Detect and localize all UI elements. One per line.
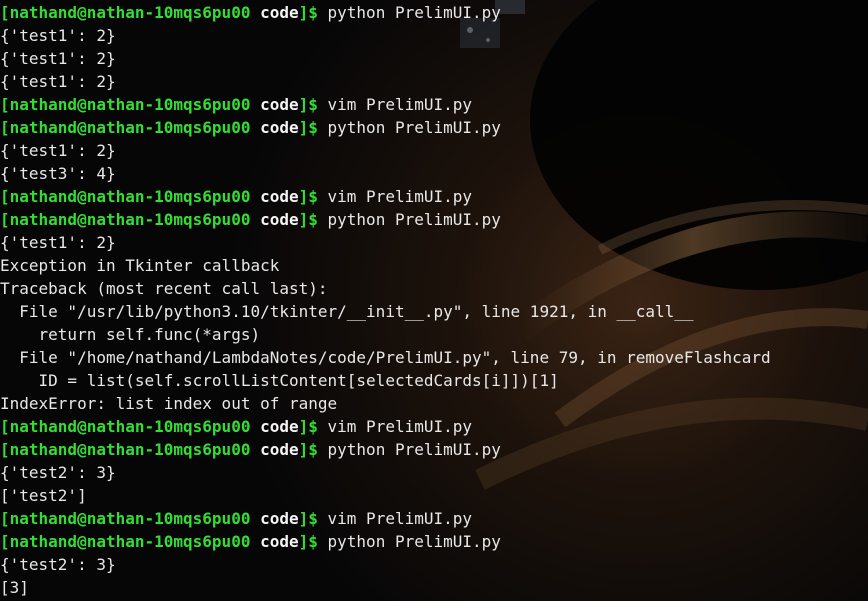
prompt-line: [nathand@nathan-10mqs6pu00 code]$ python… — [0, 530, 868, 553]
output-line: IndexError: list index out of range — [0, 394, 338, 413]
command-text: vim PrelimUI.py — [317, 187, 473, 206]
prompt-user-host: [nathand@nathan-10mqs6pu00 — [0, 210, 251, 229]
command-text: vim PrelimUI.py — [317, 509, 473, 528]
output-line: return self.func(*args) — [0, 325, 261, 344]
prompt-close: ]$ — [298, 187, 318, 206]
prompt-cwd: code — [260, 210, 299, 229]
output-line: Traceback (most recent call last): — [0, 279, 328, 298]
output-line: {'test1': 2} — [0, 49, 116, 68]
prompt-cwd: code — [260, 509, 299, 528]
prompt-close: ]$ — [298, 417, 318, 436]
prompt-line: [nathand@nathan-10mqs6pu00 code]$ python… — [0, 1, 868, 24]
output-line: {'test1': 2} — [0, 233, 116, 252]
command-text: python PrelimUI.py — [317, 3, 501, 22]
output-line: [3] — [0, 578, 29, 597]
prompt-line: [nathand@nathan-10mqs6pu00 code]$ python… — [0, 116, 868, 139]
output-line: File "/home/nathand/LambdaNotes/code/Pre… — [0, 348, 771, 367]
prompt-line: [nathand@nathan-10mqs6pu00 code]$ vim Pr… — [0, 185, 868, 208]
prompt-close: ]$ — [298, 118, 318, 137]
prompt-cwd: code — [260, 532, 299, 551]
output-line: {'test2': 3} — [0, 555, 116, 574]
command-text: vim PrelimUI.py — [317, 95, 473, 114]
prompt-user-host: [nathand@nathan-10mqs6pu00 — [0, 3, 251, 22]
prompt-line: [nathand@nathan-10mqs6pu00 code]$ vim Pr… — [0, 93, 868, 116]
prompt-user-host: [nathand@nathan-10mqs6pu00 — [0, 187, 251, 206]
prompt-user-host: [nathand@nathan-10mqs6pu00 — [0, 118, 251, 137]
prompt-close: ]$ — [298, 95, 318, 114]
prompt-close: ]$ — [298, 509, 318, 528]
prompt-close: ]$ — [298, 440, 318, 459]
prompt-user-host: [nathand@nathan-10mqs6pu00 — [0, 509, 251, 528]
prompt-user-host: [nathand@nathan-10mqs6pu00 — [0, 417, 251, 436]
output-line: {'test3': 4} — [0, 164, 116, 183]
terminal-window[interactable]: [nathand@nathan-10mqs6pu00 code]$ python… — [0, 0, 868, 601]
text-cursor — [340, 597, 349, 601]
command-text: python PrelimUI.py — [317, 118, 501, 137]
output-line: ID = list(self.scrollListContent[selecte… — [0, 371, 559, 390]
prompt-cwd: code — [260, 187, 299, 206]
prompt-cwd: code — [260, 3, 299, 22]
prompt-cwd: code — [260, 440, 299, 459]
output-line: {'test1': 2} — [0, 26, 116, 45]
prompt-cwd: code — [260, 417, 299, 436]
command-text: python PrelimUI.py — [317, 532, 501, 551]
command-text: python PrelimUI.py — [317, 440, 501, 459]
prompt-line: [nathand@nathan-10mqs6pu00 code]$ python… — [0, 208, 868, 231]
output-line: {'test2': 3} — [0, 463, 116, 482]
output-line: {'test1': 2} — [0, 72, 116, 91]
output-line: Exception in Tkinter callback — [0, 256, 280, 275]
prompt-close: ]$ — [298, 210, 318, 229]
prompt-cwd: code — [260, 95, 299, 114]
prompt-line: [nathand@nathan-10mqs6pu00 code]$ python… — [0, 438, 868, 461]
output-line: {'test1': 2} — [0, 141, 116, 160]
prompt-user-host: [nathand@nathan-10mqs6pu00 — [0, 532, 251, 551]
output-line: ['test2'] — [0, 486, 87, 505]
terminal-output: [nathand@nathan-10mqs6pu00 code]$ python… — [0, 1, 868, 599]
prompt-user-host: [nathand@nathan-10mqs6pu00 — [0, 95, 251, 114]
prompt-line: [nathand@nathan-10mqs6pu00 code]$ vim Pr… — [0, 415, 868, 438]
command-text: vim PrelimUI.py — [317, 417, 473, 436]
prompt-line: [nathand@nathan-10mqs6pu00 code]$ vim Pr… — [0, 507, 868, 530]
output-line: File "/usr/lib/python3.10/tkinter/__init… — [0, 302, 694, 321]
prompt-close: ]$ — [298, 532, 318, 551]
prompt-close: ]$ — [298, 3, 318, 22]
command-text: python PrelimUI.py — [317, 210, 501, 229]
prompt-user-host: [nathand@nathan-10mqs6pu00 — [0, 440, 251, 459]
prompt-cwd: code — [260, 118, 299, 137]
